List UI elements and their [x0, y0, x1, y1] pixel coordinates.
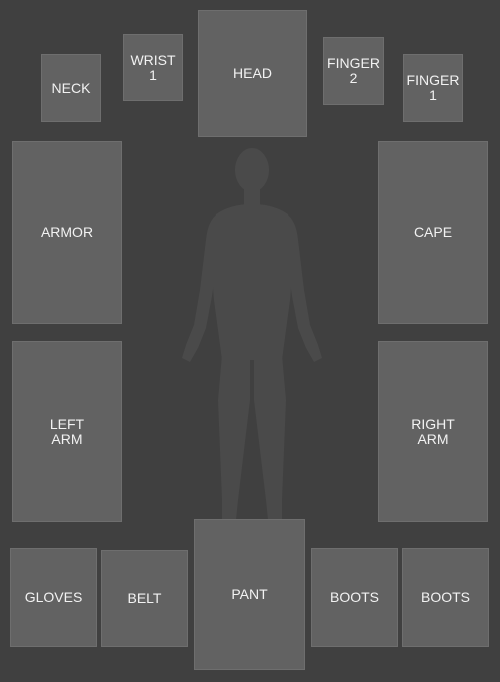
slot-wrist-1[interactable]: WRIST 1	[123, 34, 183, 101]
slot-left-arm[interactable]: LEFT ARM	[12, 341, 122, 522]
slot-pant[interactable]: PANT	[194, 519, 305, 670]
slot-armor[interactable]: ARMOR	[12, 141, 122, 324]
slot-boots-1-label: BOOTS	[329, 589, 379, 605]
slot-pant-label: PANT	[231, 586, 268, 602]
slot-boots-1[interactable]: BOOTS	[311, 548, 398, 647]
slot-wrist-1-label: WRIST 1	[130, 51, 176, 83]
slot-belt-label: BELT	[127, 590, 162, 606]
slot-right-arm[interactable]: RIGHT ARM	[378, 341, 488, 522]
slot-neck[interactable]: NECK	[41, 54, 101, 122]
slot-right-arm-label: RIGHT ARM	[411, 415, 455, 447]
slot-gloves-label: GLOVES	[24, 589, 83, 605]
slot-belt[interactable]: BELT	[101, 550, 188, 647]
slot-head-label: HEAD	[233, 65, 272, 81]
slot-finger-1-label: FINGER 1	[406, 72, 460, 103]
slot-finger-2[interactable]: FINGER 2	[323, 37, 384, 105]
slot-armor-label: ARMOR	[40, 224, 94, 240]
slot-cape-label: CAPE	[413, 224, 453, 240]
slot-finger-1[interactable]: FINGER 1	[403, 54, 463, 122]
slot-head[interactable]: HEAD	[198, 10, 307, 137]
slot-cape[interactable]: CAPE	[378, 141, 488, 324]
slot-boots-2[interactable]: BOOTS	[402, 548, 489, 647]
slot-gloves[interactable]: GLOVES	[10, 548, 97, 647]
slot-neck-label: NECK	[51, 79, 91, 96]
slot-finger-2-label: FINGER 2	[327, 55, 380, 86]
slot-boots-2-label: BOOTS	[420, 589, 470, 605]
slot-left-arm-label: LEFT ARM	[49, 415, 85, 447]
